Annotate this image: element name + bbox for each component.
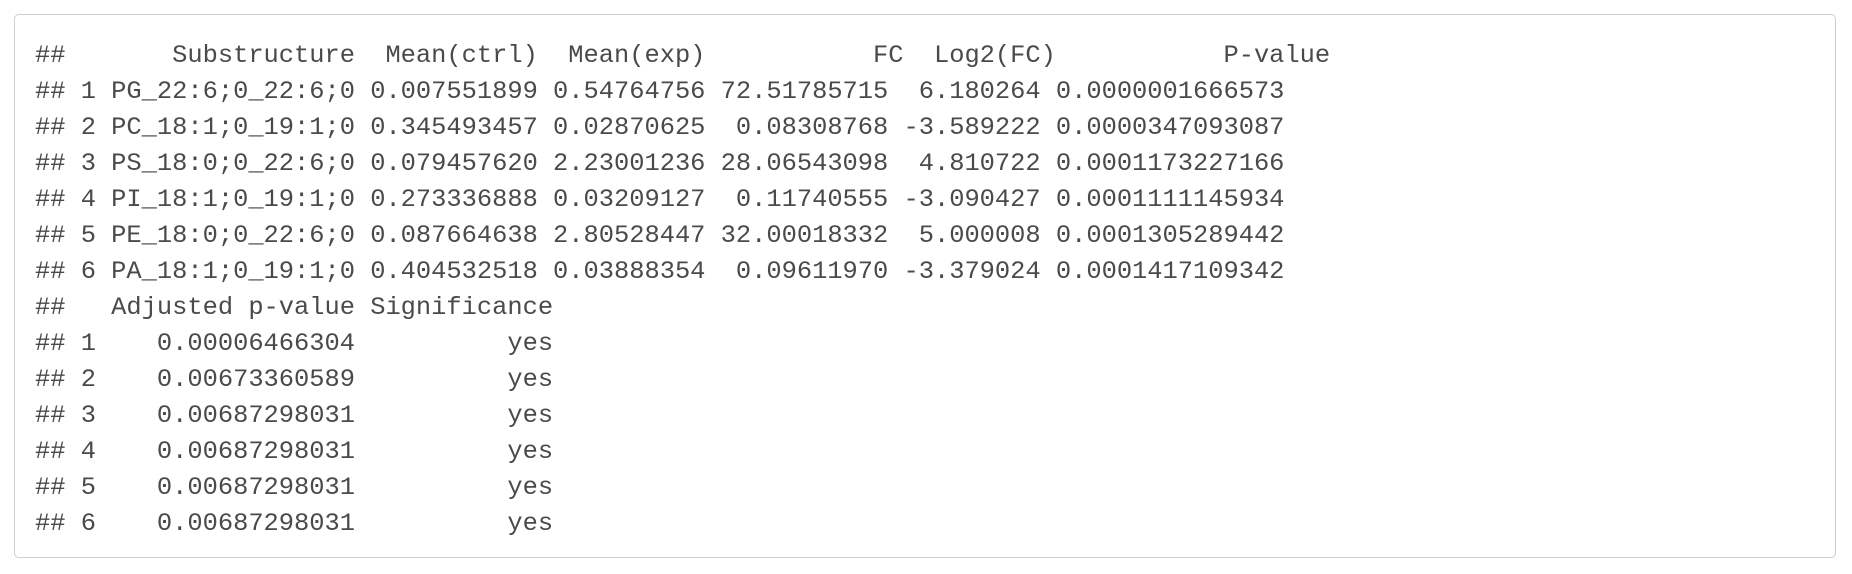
table-header-line: ## Substructure Mean(ctrl) Mean(exp) FC … bbox=[35, 41, 1331, 70]
r-console-output-block: ## Substructure Mean(ctrl) Mean(exp) FC … bbox=[14, 14, 1836, 558]
table-row-line: ## 5 0.00687298031 yes bbox=[35, 473, 554, 502]
table-row-line: ## 3 0.00687298031 yes bbox=[35, 401, 554, 430]
table-row-line: ## 1 0.00006466304 yes bbox=[35, 329, 554, 358]
table-header-line: ## Adjusted p-value Significance bbox=[35, 293, 554, 322]
table-row-line: ## 3 PS_18:0;0_22:6;0 0.079457620 2.2300… bbox=[35, 149, 1285, 178]
table-row-line: ## 1 PG_22:6;0_22:6;0 0.007551899 0.5476… bbox=[35, 77, 1285, 106]
table-row-line: ## 2 0.00673360589 yes bbox=[35, 365, 554, 394]
table-row-line: ## 4 0.00687298031 yes bbox=[35, 437, 554, 466]
table-row-line: ## 4 PI_18:1;0_19:1;0 0.273336888 0.0320… bbox=[35, 185, 1285, 214]
table-row-line: ## 5 PE_18:0;0_22:6;0 0.087664638 2.8052… bbox=[35, 221, 1285, 250]
table-row-line: ## 6 PA_18:1;0_19:1;0 0.404532518 0.0388… bbox=[35, 257, 1285, 286]
table-row-line: ## 6 0.00687298031 yes bbox=[35, 509, 554, 538]
output-text[interactable]: ## Substructure Mean(ctrl) Mean(exp) FC … bbox=[35, 38, 1330, 542]
table-row-line: ## 2 PC_18:1;0_19:1;0 0.345493457 0.0287… bbox=[35, 113, 1285, 142]
